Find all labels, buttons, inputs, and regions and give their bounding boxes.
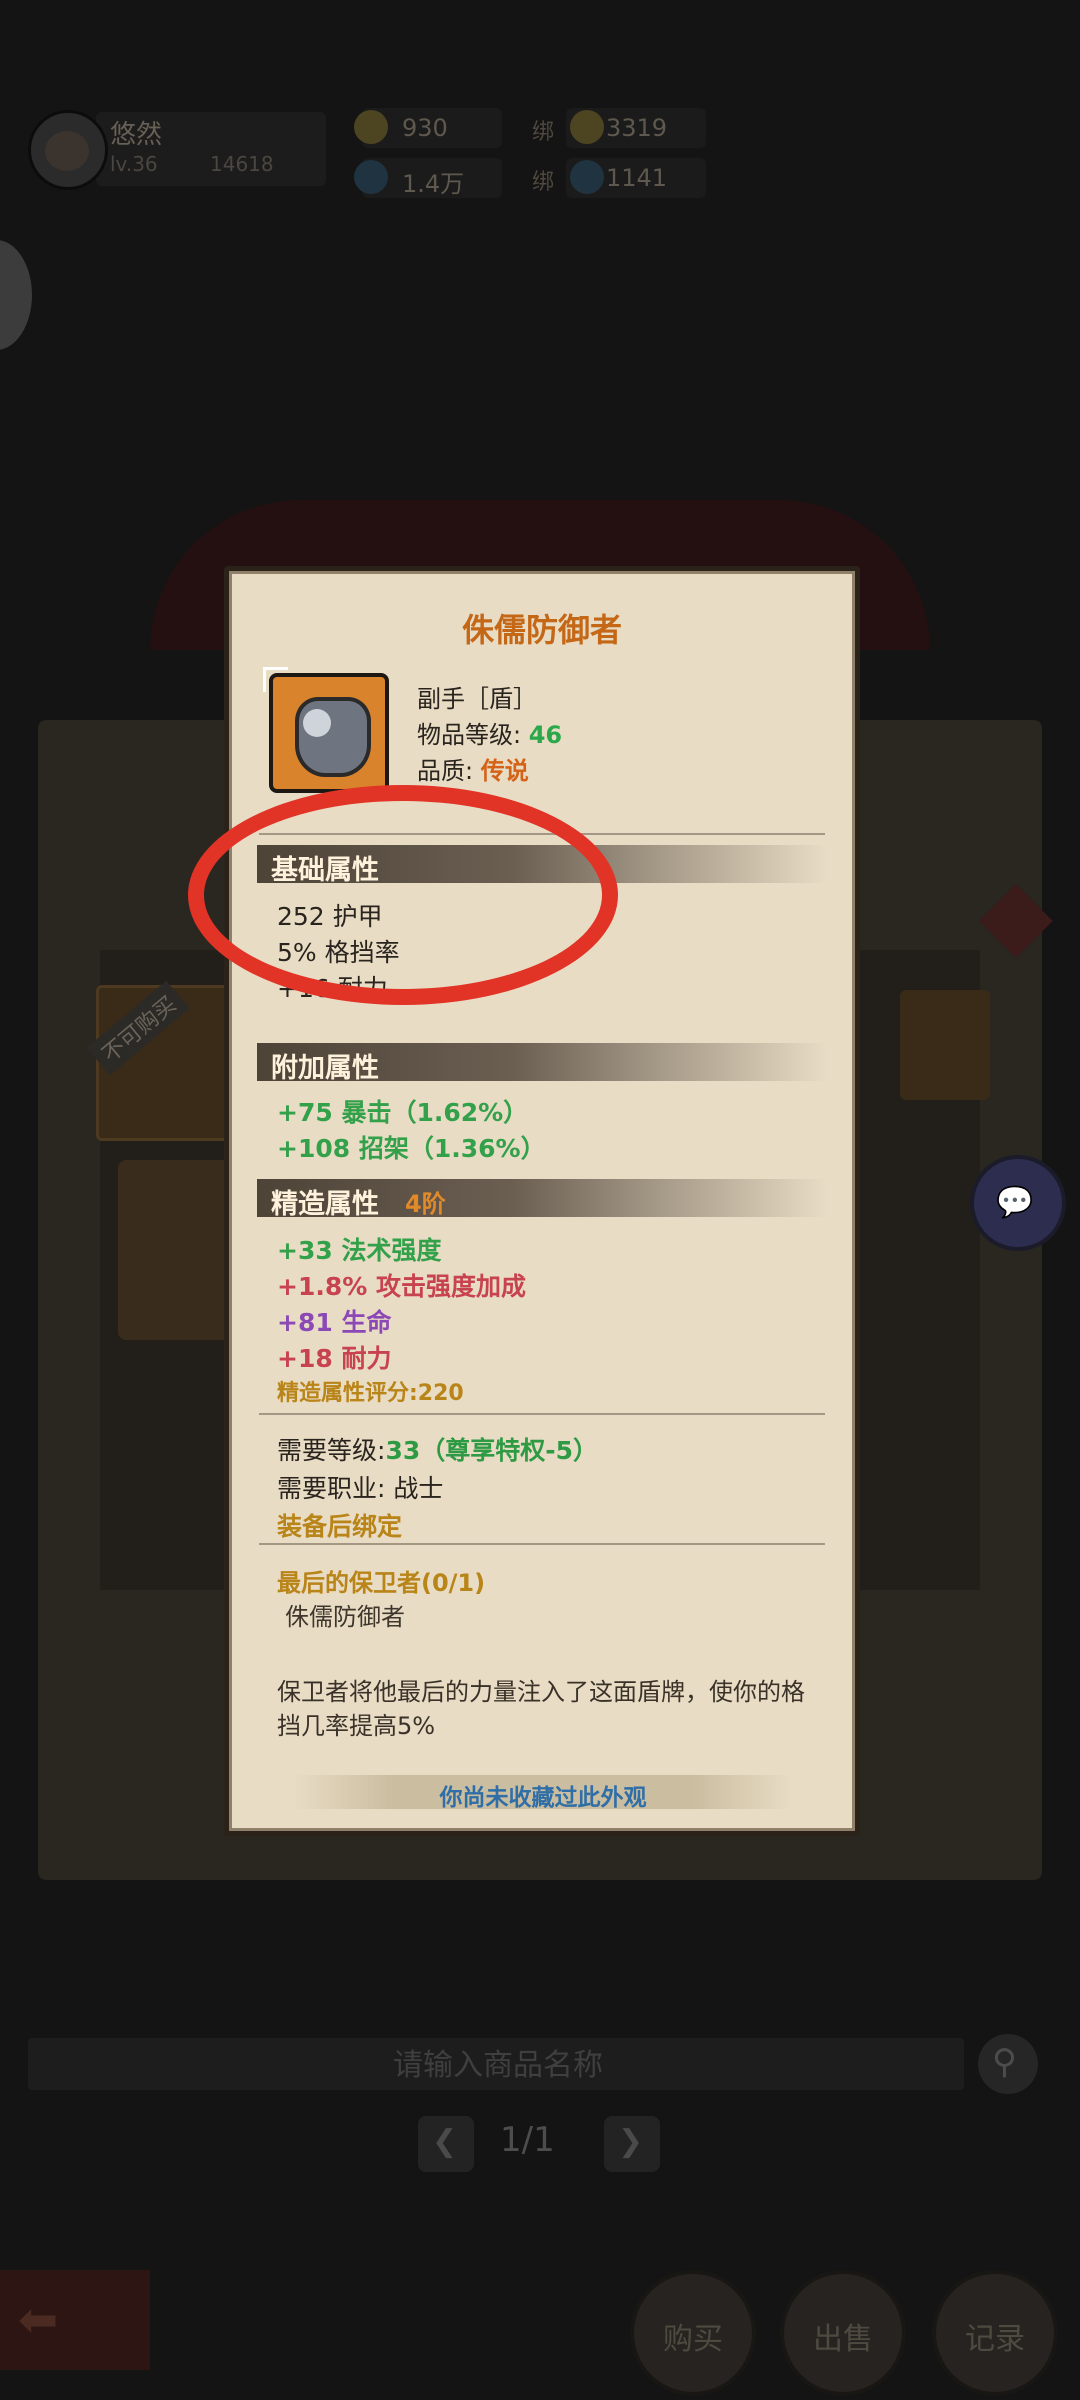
refine-stat-spell-power: +33 法术强度 (277, 1236, 442, 1265)
annotation-circle (188, 785, 618, 1005)
record-button[interactable]: 记录 (932, 2270, 1058, 2396)
section-title: 附加属性 (271, 1053, 379, 1084)
refine-tier-badge: 4阶 (405, 1190, 446, 1218)
extra-stat-parry: +108 招架（1.36%） (277, 1134, 546, 1163)
diamond-icon (354, 160, 388, 194)
required-class: 需要职业: 战士 (277, 1474, 444, 1503)
search-input[interactable] (28, 2038, 968, 2092)
avatar-face (45, 131, 89, 171)
chat-button[interactable]: 💬 (970, 1155, 1066, 1251)
divider (259, 1543, 825, 1545)
item-quality-value: 传说 (480, 757, 529, 785)
extra-attributes-header: 附加属性 (257, 1043, 827, 1084)
gold-currency: 930 (354, 108, 502, 148)
back-button[interactable]: ⬅ (0, 2270, 150, 2370)
refine-stat-stamina: +18 耐力 (277, 1344, 392, 1373)
user-level: lv.36 (110, 152, 158, 176)
bound-label: 绑 (532, 170, 555, 195)
refine-score: 精造属性评分:220 (277, 1381, 464, 1406)
item-description: 保卫者将他最后的力量注入了这面盾牌，使你的格挡几率提高5% (277, 1678, 805, 1740)
expand-corner-icon (263, 667, 288, 692)
refine-stat-attack-power: +1.8% 攻击强度加成 (277, 1272, 526, 1301)
bound-diamond-value: 1141 (606, 164, 668, 192)
diamond-currency: 1.4万 (354, 158, 502, 198)
announcement-card[interactable] (118, 1160, 238, 1340)
item-set-name: 最后的保卫者(0/1) (277, 1569, 486, 1597)
bind-on-equip: 装备后绑定 (277, 1512, 403, 1541)
buy-label: 购买 (663, 2322, 723, 2357)
required-level-value: 33（尊享特权-5） (385, 1436, 598, 1465)
combat-power: 14618 (210, 152, 274, 176)
dropdown-chevron-button[interactable] (900, 990, 990, 1100)
appearance-collection-note[interactable]: 你尚未收藏过此外观 (293, 1775, 793, 1811)
bound-label: 绑 (532, 120, 555, 145)
search-bar (28, 2038, 968, 2092)
chevron-right-icon: ❯ (618, 2124, 644, 2159)
extra-stat-crit: +75 暴击（1.62%） (277, 1098, 529, 1127)
appearance-collection-text: 你尚未收藏过此外观 (439, 1785, 647, 1811)
shield-boss (303, 709, 331, 737)
top-status-bar: 悠然 lv.36 14618 930 绑 3319 1.4万 绑 1141 (0, 100, 1080, 210)
item-level-label: 物品等级: (417, 721, 522, 749)
buy-button[interactable]: 购买 (630, 2270, 756, 2396)
gold-coin-icon (570, 110, 604, 144)
sell-button[interactable]: 出售 (780, 2270, 906, 2396)
required-level-row: 需要等级:33（尊享特权-5） (277, 1431, 598, 1467)
item-level-value: 46 (528, 721, 563, 749)
search-icon: ⚲ (992, 2042, 1017, 2082)
next-page-button[interactable]: ❯ (604, 2116, 660, 2172)
divider (259, 1413, 825, 1415)
item-set-member: 侏儒防御者 (285, 1603, 405, 1631)
bound-diamond-currency: 绑 1141 (532, 158, 706, 198)
username: 悠然 (110, 120, 163, 150)
side-drawer-handle[interactable] (0, 240, 32, 350)
shield-icon (295, 697, 371, 777)
item-quality-label: 品质: (417, 757, 474, 785)
sell-label: 出售 (813, 2322, 873, 2357)
record-label: 记录 (965, 2322, 1025, 2357)
chat-bubble-icon: 💬 (996, 1185, 1034, 1220)
search-button[interactable]: ⚲ (978, 2034, 1038, 2094)
refine-attributes-header: 精造属性 4阶 (257, 1179, 827, 1220)
item-level-row: 物品等级: 46 (417, 715, 562, 750)
section-title: 精造属性 (271, 1189, 379, 1220)
item-name: 侏儒防御者 (461, 611, 622, 649)
required-level-label: 需要等级: (277, 1436, 386, 1465)
item-tooltip-card: 侏儒防御者 副手［盾］ 物品等级: 46 品质: 传说 基础属性 252 护甲 … (224, 566, 860, 1836)
item-slot: 副手［盾］ (417, 685, 537, 713)
bound-gold-value: 3319 (606, 114, 668, 142)
diamond-value: 1.4万 (402, 170, 465, 198)
gold-value: 930 (402, 114, 448, 142)
prev-page-button[interactable]: ❮ (418, 2116, 474, 2172)
item-quality-row: 品质: 传说 (417, 751, 529, 786)
page-indicator: 1/1 (500, 2120, 555, 2160)
diamond-icon (570, 160, 604, 194)
bound-gold-currency: 绑 3319 (532, 108, 706, 148)
avatar[interactable] (28, 110, 108, 190)
gold-coin-icon (354, 110, 388, 144)
chevron-left-icon: ❮ (432, 2124, 458, 2159)
back-arrow-icon: ⬅ (18, 2292, 59, 2348)
refine-stat-health: +81 生命 (277, 1308, 392, 1337)
